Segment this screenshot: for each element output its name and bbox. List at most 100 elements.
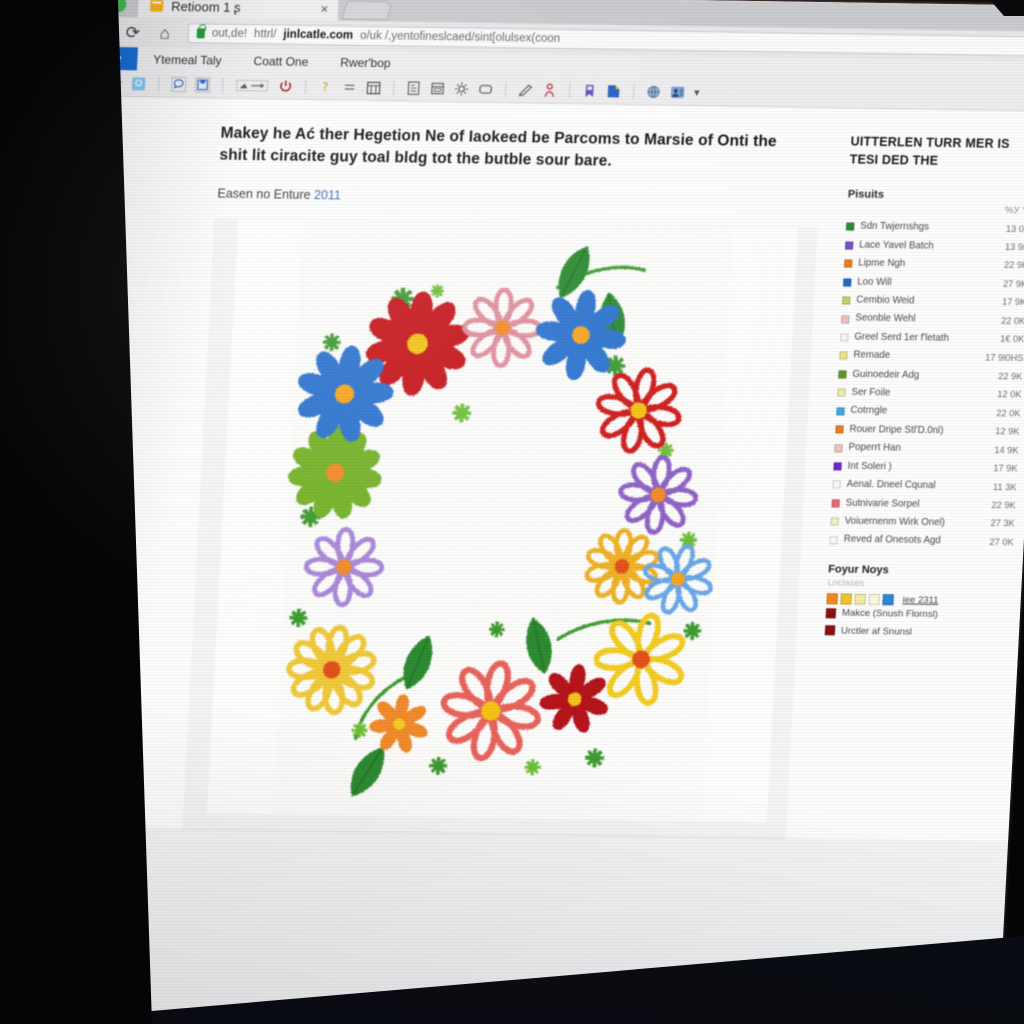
legend-value: 12 9K <box>994 426 1020 437</box>
sidebar-footer-subtitle: Lnclases <box>827 577 865 588</box>
legend-label: Reved af Onesots Agd <box>843 533 941 547</box>
url-domain: jinlcatle.com <box>283 28 354 42</box>
byline-text: Easen no Enture <box>217 186 311 203</box>
browser-chrome: Retioom 1 ʂ × ← → ⟳ ⌂ out,de! httrl/ jin… <box>46 0 1024 112</box>
legend-value: 22 0K <box>995 407 1021 419</box>
legend-color-swatch <box>839 351 848 360</box>
legend-label: Poperrt Han <box>848 441 902 454</box>
browser-tab[interactable]: Retioom 1 ʂ × <box>137 0 339 21</box>
power-icon[interactable] <box>278 78 294 93</box>
tab-favicon-icon <box>149 0 164 12</box>
strip-color-swatch <box>882 593 894 606</box>
color-key-sidebar: UITTERLEN TURR MER IS TESI DED THE Pisui… <box>806 126 1024 841</box>
note-blue-icon[interactable] <box>131 76 147 91</box>
gear-icon[interactable] <box>454 81 470 96</box>
legend-color-swatch <box>832 480 841 489</box>
new-tab-button[interactable] <box>341 0 394 21</box>
legend-color-swatch <box>831 499 840 508</box>
tab-close-icon[interactable]: × <box>296 0 328 16</box>
person-red-icon[interactable] <box>542 82 558 97</box>
ruler-icon[interactable] <box>235 77 270 93</box>
svg-text:?: ? <box>321 80 328 94</box>
legend-color-swatch <box>845 222 855 232</box>
legend-color-swatch <box>836 407 845 416</box>
window-icon[interactable] <box>430 80 446 95</box>
legend-value: 17 9l0HS <box>984 352 1024 363</box>
footer-legend-rows: Makce (Snush Flornsl) Urctler af Snunsl <box>824 604 1011 643</box>
legend-color-swatch <box>837 388 846 397</box>
legend-value: 12 0K <box>996 389 1022 400</box>
sidebar-title: UITTERLEN TURR MER IS TESI DED THE <box>849 134 1011 169</box>
globe-icon[interactable] <box>646 84 662 99</box>
reload-button[interactable]: ⟳ <box>123 23 142 42</box>
toolbar-separator <box>304 78 307 94</box>
bookmark-ytemeal-taly[interactable]: Ytemeal Taly <box>137 47 239 72</box>
page-body: Makey he Ać ther Hegetion Ne of Iaokeed … <box>8 95 1024 842</box>
speech-bubble-icon[interactable] <box>170 76 187 92</box>
legend-color-swatch <box>844 241 854 250</box>
save-disk-icon[interactable] <box>194 76 211 92</box>
legend-value: 1€ 0K <box>999 334 1024 345</box>
display-icon[interactable] <box>478 81 494 96</box>
strip-color-swatch <box>826 593 838 605</box>
toolbar-separator <box>504 81 507 97</box>
legend-value: 22 9K <box>997 370 1023 382</box>
document-icon[interactable] <box>406 80 422 95</box>
legend-color-swatch <box>833 462 842 471</box>
legend-label: Lace Yavel Batch <box>858 239 934 252</box>
pen-icon[interactable] <box>518 82 534 97</box>
page-title: Makey he Ać ther Hegetion Ne of Iaokeed … <box>219 124 778 170</box>
legend-value: 11 3K <box>992 481 1017 492</box>
legend-label: Greel Serd 1er f'letath <box>854 331 950 344</box>
legend-color-swatch <box>830 517 839 526</box>
color-legend-list: Sdn Twjernshgs 13 0K Lace Yavel Batch 13 9K… <box>829 218 1024 552</box>
home-button[interactable]: ⌂ <box>155 23 174 42</box>
byline-year[interactable]: 2011 <box>314 188 342 202</box>
page-blue-icon[interactable] <box>606 83 622 98</box>
cross-stitch-floral-wreath-image <box>272 218 733 822</box>
legend-label: Sdn Twjernshgs <box>859 220 930 234</box>
strip-color-swatch <box>868 593 880 605</box>
legend-row[interactable]: Reved af Onesots Agd 27 0K <box>829 531 1014 552</box>
legend-label: Loo Will <box>856 276 893 288</box>
calendar-icon[interactable] <box>366 79 382 94</box>
legend-label: Lipme Ngh <box>857 257 906 270</box>
legend-color-swatch <box>842 296 851 305</box>
legend-value: 22 0K <box>1000 315 1024 327</box>
bookmark-coatt-one[interactable]: Coatt One <box>237 49 325 73</box>
legend-value: 13 9K <box>1004 242 1024 253</box>
byline: Easen no Enture 2011 <box>217 187 818 210</box>
artwork-card[interactable] <box>184 218 817 838</box>
bookmark-rwerbop[interactable]: Rwer'bop <box>324 50 408 74</box>
toolbar-separator <box>392 79 395 95</box>
contact-icon[interactable] <box>670 84 686 99</box>
toolbar-separator <box>221 77 224 93</box>
legend-value: 13 0K <box>1005 223 1024 235</box>
footer-legend-label: Urctler af Snunsl <box>840 625 913 638</box>
chevron-down-icon[interactable]: ▾ <box>694 86 700 99</box>
legend-label: Seonble Wehl <box>855 313 916 325</box>
strip-label[interactable]: iee 2311 <box>902 594 938 606</box>
bookmark-purple-icon[interactable] <box>582 83 598 98</box>
toolbar-separator <box>157 76 160 92</box>
legend-value: 14 9K <box>994 444 1019 455</box>
legend-color-swatch <box>844 259 853 268</box>
question-mark-icon[interactable]: ? <box>318 79 334 94</box>
legend-color-swatch <box>834 443 843 452</box>
strip-color-swatch <box>854 593 866 605</box>
legend-label: Remade <box>853 349 891 362</box>
url-path: o/uk /,yentofineslcaed/sint[olulsex(coon <box>359 29 561 45</box>
footer-legend-row[interactable]: Urctler af Snunsl <box>824 622 1010 643</box>
toolbar-separator <box>632 83 635 99</box>
sidebar-footer-title: Foyur Noys <box>827 563 890 577</box>
legend-label: Voiuernenm Wirk Onel) <box>844 515 946 529</box>
legend-label: Guinoedeir Adg <box>852 368 920 381</box>
list-lines-icon[interactable] <box>342 79 358 94</box>
legend-label: Rouer Dripe Stl'D.0nl) <box>849 423 944 436</box>
footer-color-swatch <box>824 625 836 636</box>
legend-value: 27 0K <box>989 536 1015 547</box>
legend-color-swatch <box>838 370 847 379</box>
footer-legend-label: Makce (Snush Flornsl) <box>841 607 939 620</box>
url-prefix: out,de! <box>211 27 248 41</box>
legend-label: Aenal. Dneel Cqunal <box>846 478 936 492</box>
